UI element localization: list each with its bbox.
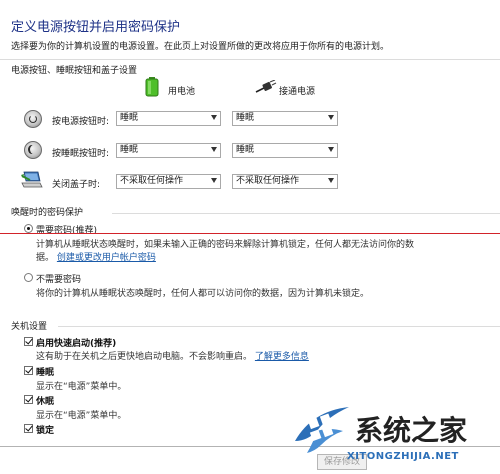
sleep-checkbox[interactable]: [24, 366, 33, 375]
watermark-logo-icon: [295, 407, 349, 453]
chevron-down-icon: [328, 178, 334, 183]
divider: [0, 59, 500, 60]
chevron-down-icon: [211, 147, 217, 152]
sleep-desc: 显示在“电源”菜单中。: [36, 382, 127, 392]
plug-icon: [255, 79, 277, 94]
chevron-down-icon: [328, 115, 334, 120]
require-password-label[interactable]: 需要密码(推荐): [36, 223, 97, 236]
lock-checkbox[interactable]: [24, 424, 33, 433]
close-lid-battery-select[interactable]: 不采取任何操作: [116, 174, 221, 189]
sleep-button-icon: [24, 141, 42, 159]
watermark-brand: 系统之家: [355, 414, 468, 447]
sleep-button-plugged-select[interactable]: 睡眠: [232, 143, 338, 158]
require-password-desc-end: 据。: [36, 253, 55, 263]
laptop-lid-icon: [20, 170, 44, 190]
section-label-power-buttons: 电源按钮、睡眠按钮和盖子设置: [11, 66, 138, 76]
section-label-wake-password: 唤醒时的密码保护: [11, 208, 84, 218]
page-subtitle: 选择要为你的计算机设置的电源设置。在此页上对设置所做的更改将应用于你所有的电源计…: [11, 42, 390, 52]
learn-more-link[interactable]: 了解更多信息: [255, 352, 309, 362]
power-button-icon: [24, 110, 42, 128]
sleep-button-battery-select[interactable]: 睡眠: [116, 143, 221, 158]
section-label-shutdown: 关机设置: [11, 322, 48, 332]
row-label-close-lid: 关闭盖子时:: [52, 180, 101, 190]
hibernate-label[interactable]: 休眠: [36, 394, 54, 407]
no-password-radio[interactable]: [24, 273, 33, 282]
select-value: 睡眠: [236, 145, 255, 155]
select-value: 睡眠: [120, 113, 139, 123]
fast-startup-desc: 这有助于在关机之后更快地启动电脑。不会影响重启。 了解更多信息: [36, 349, 309, 362]
no-password-desc: 将你的计算机从睡眠状态唤醒时，任何人都可以访问你的数据，因为计算机未锁定。: [36, 289, 370, 299]
select-value: 不采取任何操作: [236, 176, 300, 186]
fast-startup-label[interactable]: 启用快速启动(推荐): [36, 336, 116, 349]
power-button-plugged-select[interactable]: 睡眠: [232, 111, 338, 126]
lock-label[interactable]: 锁定: [36, 423, 54, 436]
fast-startup-checkbox[interactable]: [24, 337, 33, 346]
require-password-desc: 计算机从睡眠状态唤醒时，如果未输入正确的密码来解除计算机锁定，任何人都无法访问你…: [36, 240, 415, 250]
chevron-down-icon: [211, 115, 217, 120]
chevron-down-icon: [328, 147, 334, 152]
select-value: 不采取任何操作: [120, 176, 184, 186]
col-battery-label: 用电池: [168, 87, 196, 97]
watermark: 系统之家 XITONGZHIJIA.NET: [287, 393, 499, 471]
watermark-url: XITONGZHIJIA.NET: [347, 451, 459, 462]
sleep-label[interactable]: 睡眠: [36, 365, 54, 378]
row-label-power-button: 按电源按钮时:: [52, 117, 110, 127]
require-password-desc-cont: 据。 创建或更改用户帐户密码: [36, 250, 156, 263]
row-label-sleep-button: 按睡眠按钮时:: [52, 149, 110, 159]
hibernate-checkbox[interactable]: [24, 395, 33, 404]
col-plugged-label: 接通电源: [279, 87, 316, 97]
divider: [58, 326, 500, 327]
change-password-link[interactable]: 创建或更改用户帐户密码: [57, 253, 156, 263]
hibernate-desc: 显示在“电源”菜单中。: [36, 411, 127, 421]
divider: [112, 213, 500, 214]
page-title: 定义电源按钮并启用密码保护: [11, 20, 181, 35]
battery-icon: [145, 77, 159, 97]
chevron-down-icon: [211, 178, 217, 183]
select-value: 睡眠: [236, 113, 255, 123]
power-button-battery-select[interactable]: 睡眠: [116, 111, 221, 126]
select-value: 睡眠: [120, 145, 139, 155]
require-password-radio[interactable]: [24, 224, 33, 233]
no-password-label[interactable]: 不需要密码: [36, 272, 81, 285]
highlight-line: [0, 233, 500, 234]
close-lid-plugged-select[interactable]: 不采取任何操作: [232, 174, 338, 189]
fast-startup-desc-text: 这有助于在关机之后更快地启动电脑。不会影响重启。: [36, 352, 253, 362]
